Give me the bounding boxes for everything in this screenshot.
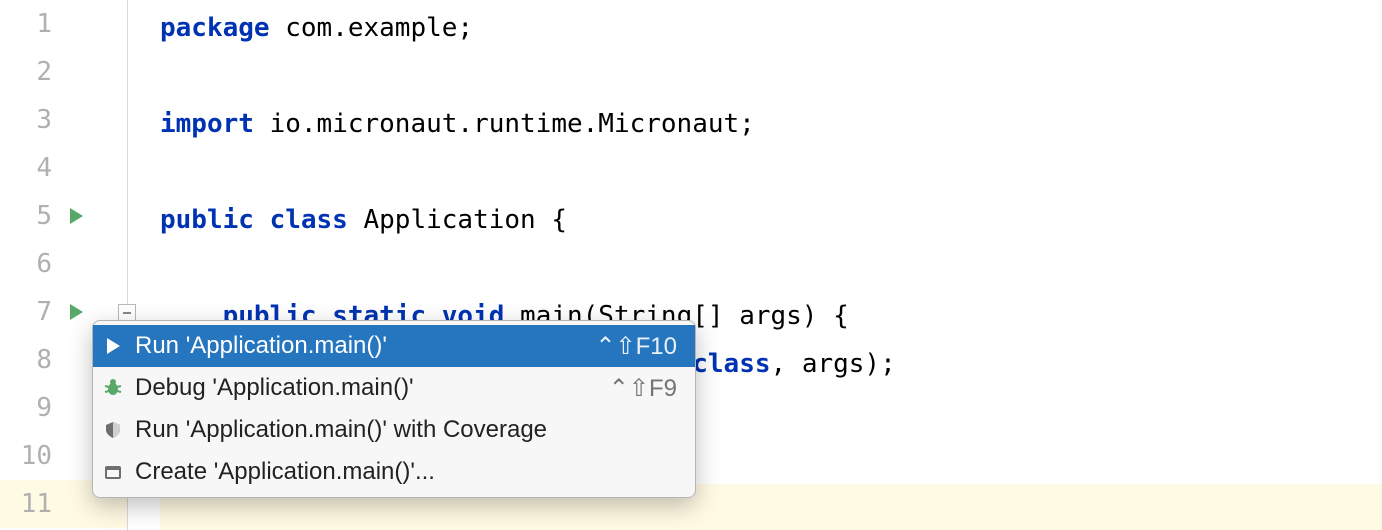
line-number: 5 [0,201,56,231]
menu-item-shortcut: ⌃⇧F9 [609,374,677,403]
line-number: 6 [0,249,56,279]
menu-item-run[interactable]: Run 'Application.main()' ⌃⇧F10 [93,325,695,367]
menu-item-create[interactable]: Create 'Application.main()'... [93,451,695,493]
code-line[interactable] [160,148,1382,196]
code-line[interactable] [160,52,1382,100]
code-line[interactable] [160,244,1382,292]
menu-item-debug[interactable]: Debug 'Application.main()' ⌃⇧F9 [93,367,695,409]
keyword: import [160,109,254,139]
keyword: public class [160,205,348,235]
menu-item-label: Create 'Application.main()'... [135,458,667,486]
code-text: io.micronaut.runtime.Micronaut; [254,109,755,139]
code-text: Application { [348,205,567,235]
keyword: class [692,349,770,379]
line-number: 7 [0,297,56,327]
run-icon [101,334,125,358]
line-number: 11 [0,489,56,519]
line-number: 10 [0,441,56,471]
menu-item-label: Debug 'Application.main()' [135,374,599,402]
line-number: 9 [0,393,56,423]
coverage-icon [101,418,125,442]
run-gutter-icon[interactable] [62,298,90,326]
line-number: 4 [0,153,56,183]
line-number: 1 [0,9,56,39]
code-line[interactable]: public class Application { [160,196,1382,244]
create-icon [101,460,125,484]
menu-item-coverage[interactable]: Run 'Application.main()' with Coverage [93,409,695,451]
code-line[interactable]: package com.example; [160,4,1382,52]
menu-item-shortcut: ⌃⇧F10 [595,332,677,361]
menu-item-label: Run 'Application.main()' with Coverage [135,416,667,444]
code-line[interactable]: import io.micronaut.runtime.Micronaut; [160,100,1382,148]
debug-icon [101,376,125,400]
run-gutter-icon[interactable] [62,202,90,230]
run-context-menu: Run 'Application.main()' ⌃⇧F10 Debug 'Ap… [92,320,696,498]
code-text: , args); [771,349,896,379]
keyword: package [160,13,270,43]
code-text: com.example; [270,13,474,43]
menu-item-label: Run 'Application.main()' [135,332,585,360]
line-number: 8 [0,345,56,375]
line-number: 2 [0,57,56,87]
line-number: 3 [0,105,56,135]
